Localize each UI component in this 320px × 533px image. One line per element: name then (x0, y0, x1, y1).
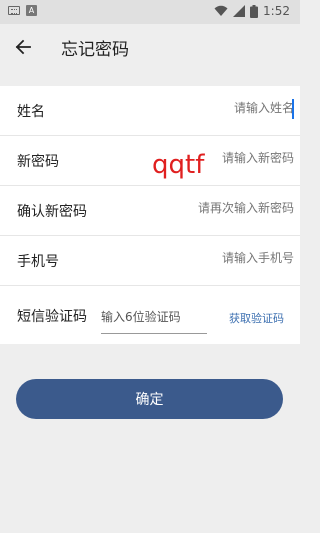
confirm-password-label: 确认新密码 (17, 204, 87, 220)
signal-icon (233, 5, 246, 17)
row-confirm-password: 确认新密码 (0, 186, 300, 236)
text-caret (292, 99, 294, 119)
confirm-button[interactable]: 确定 (16, 379, 283, 419)
name-label: 姓名 (17, 104, 45, 120)
sms-code-label: 短信验证码 (17, 309, 87, 325)
row-phone: 手机号 (0, 236, 300, 286)
page-title: 忘记密码 (61, 40, 129, 60)
row-name: 姓名 (0, 86, 300, 136)
sms-code-input[interactable]: 输入6位验证码 (101, 306, 207, 334)
keyboard-icon (8, 6, 20, 15)
a-icon: A (26, 5, 37, 16)
back-button[interactable] (10, 34, 36, 60)
get-code-button[interactable]: 获取验证码 (229, 310, 284, 326)
watermark-text: qqtf (152, 150, 205, 180)
arrow-left-icon (15, 39, 31, 55)
confirm-password-input[interactable] (134, 201, 294, 215)
battery-icon (250, 4, 259, 18)
status-left: A (8, 5, 37, 16)
status-right: 1:52 (214, 4, 290, 18)
toolbar: 忘记密码 (0, 24, 300, 70)
new-password-label: 新密码 (17, 154, 59, 170)
phone-input[interactable] (134, 251, 294, 265)
name-input[interactable] (134, 101, 294, 115)
row-new-password: 新密码 (0, 136, 300, 186)
status-time: 1:52 (263, 4, 290, 18)
wifi-icon (214, 5, 228, 16)
status-bar: A 1:52 (0, 0, 300, 24)
phone-label: 手机号 (17, 254, 59, 270)
